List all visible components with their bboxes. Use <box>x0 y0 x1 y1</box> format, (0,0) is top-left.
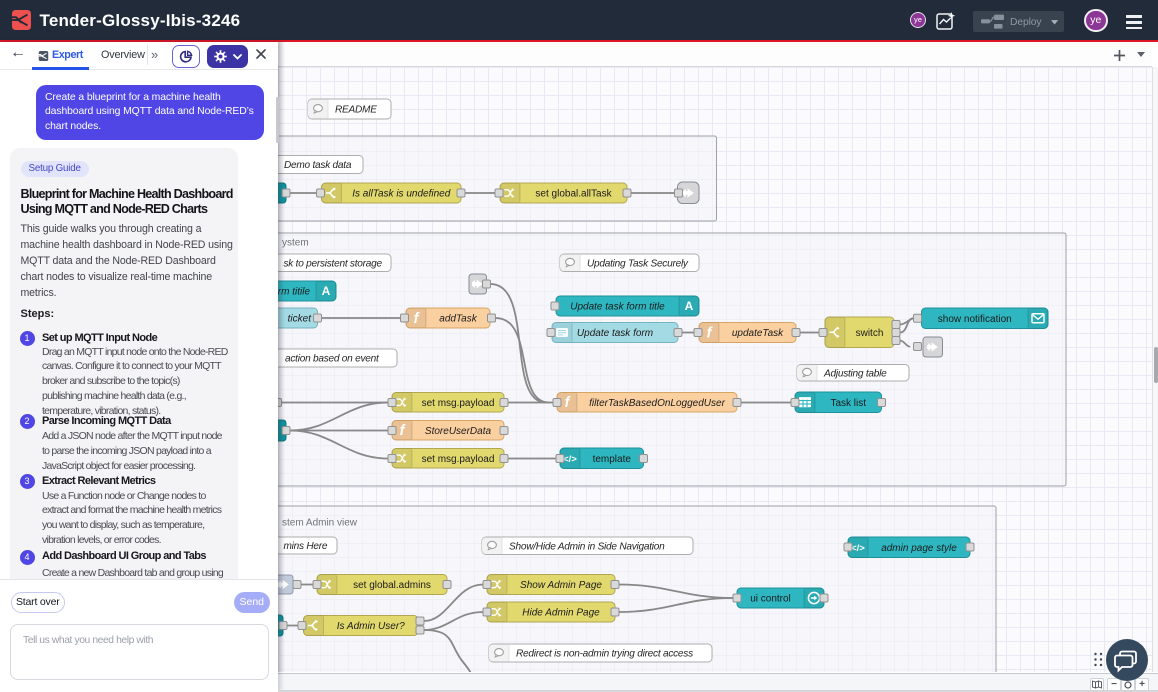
svg-text:action based on event: action based on event <box>285 354 380 365</box>
svg-text:</>: </> <box>851 543 865 554</box>
svg-text:set global.admins: set global.admins <box>353 580 431 591</box>
svg-text:set msg.payload: set msg.payload <box>422 454 495 465</box>
svg-text:ui control: ui control <box>750 594 791 605</box>
svg-text:A: A <box>322 284 331 298</box>
svg-text:ticket: ticket <box>288 314 313 325</box>
svg-text:sk to persistent storage: sk to persistent storage <box>284 258 383 269</box>
svg-text:Updating Task Securely: Updating Task Securely <box>587 258 689 269</box>
svg-text:Update task form title: Update task form title <box>570 302 665 313</box>
svg-text:Task list: Task list <box>830 398 866 409</box>
svg-text:template: template <box>593 454 632 465</box>
svg-text:</>: </> <box>563 454 577 465</box>
svg-text:A: A <box>685 299 694 313</box>
svg-text:Hide Admin Page: Hide Admin Page <box>522 608 600 619</box>
svg-text:Is Admin User?: Is Admin User? <box>337 621 405 632</box>
svg-text:Demo task data: Demo task data <box>284 160 352 171</box>
svg-text:switch: switch <box>856 328 884 339</box>
svg-text:updateTask: updateTask <box>732 328 784 339</box>
svg-text:Redirect is non-admin trying d: Redirect is non-admin trying direct acce… <box>516 649 693 660</box>
svg-text:set global.allTask: set global.allTask <box>535 189 612 200</box>
svg-text:show notification: show notification <box>938 314 1012 325</box>
svg-text:Show Admin Page: Show Admin Page <box>520 580 602 591</box>
svg-text:README: README <box>335 105 377 116</box>
svg-text:Adjusting table: Adjusting table <box>823 368 887 379</box>
svg-text:set msg.payload: set msg.payload <box>422 398 495 409</box>
svg-text:stem Admin view: stem Admin view <box>282 518 358 529</box>
svg-text:Update task form: Update task form <box>577 328 653 339</box>
svg-text:ystem: ystem <box>282 238 309 249</box>
svg-text:admin page style: admin page style <box>881 543 957 554</box>
svg-text:filterTaskBasedOnLoggedUser: filterTaskBasedOnLoggedUser <box>589 398 725 409</box>
svg-text:mins Here: mins Here <box>284 541 328 552</box>
svg-text:Show/Hide Admin in Side Naviga: Show/Hide Admin in Side Navigation <box>509 541 665 552</box>
svg-text:Is allTask is undefined: Is allTask is undefined <box>352 189 450 200</box>
svg-text:addTask: addTask <box>439 314 477 325</box>
svg-text:StoreUserData: StoreUserData <box>425 426 492 437</box>
